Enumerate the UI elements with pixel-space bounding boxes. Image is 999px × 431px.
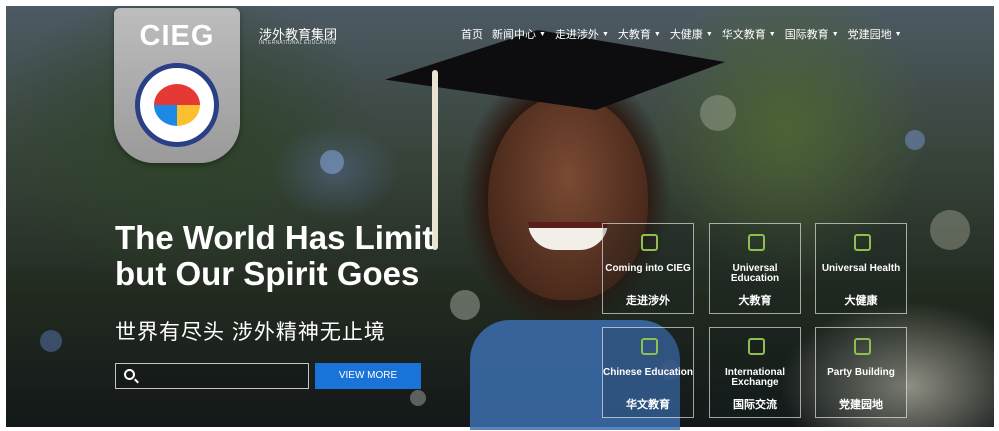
card-title-en: International Exchange	[724, 367, 785, 388]
logo-badge[interactable]: CIEG	[114, 8, 240, 163]
card-title-cn: 华文教育	[626, 399, 670, 411]
nav-item-label: 华文教育	[721, 29, 766, 41]
search-icon[interactable]	[124, 369, 135, 380]
search-input[interactable]	[142, 364, 306, 388]
nav-item-news[interactable]: 新闻中心 ▼	[492, 26, 546, 42]
logo-text: CIEG	[139, 20, 215, 52]
view-more-button[interactable]: VIEW MORE	[315, 363, 421, 389]
chevron-down-icon: ▼	[831, 30, 839, 38]
chevron-down-icon: ▼	[601, 30, 609, 38]
chevron-down-icon: ▼	[768, 30, 776, 38]
logo-swirl-icon	[154, 84, 200, 126]
card-title-en: Coming into CIEG	[605, 263, 691, 274]
card-title-en: Universal Education	[730, 263, 780, 284]
nav-item-label: 大健康	[669, 29, 703, 41]
card-title-cn: 大教育	[738, 295, 772, 307]
card-title-cn: 大健康	[844, 295, 878, 307]
card-title-cn: 走进涉外	[626, 295, 670, 307]
globe-network-icon	[748, 338, 765, 355]
people-icon	[854, 234, 871, 251]
blackboard-icon	[748, 234, 765, 251]
chevron-down-icon: ▼	[894, 30, 902, 38]
card-chinese-education[interactable]: Chinese Education 华文教育	[602, 327, 694, 418]
nav-item-label: 新闻中心	[492, 29, 536, 41]
chevron-down-icon: ▼	[539, 30, 546, 38]
globe-icon	[641, 234, 658, 251]
card-title-cn: 国际交流	[733, 399, 777, 411]
confetti-dot	[700, 95, 736, 131]
nav-item-label: 首页	[461, 29, 483, 41]
logo-emblem	[135, 63, 219, 147]
card-coming-into-cieg[interactable]: Coming into CIEG 走进涉外	[602, 223, 694, 314]
nav-item-party-building[interactable]: 党建园地 ▼	[848, 26, 902, 42]
confetti-dot	[450, 290, 480, 320]
chevron-down-icon: ▼	[653, 30, 661, 38]
hero-headline: The World Has Limit but Our Spirit Goes	[115, 220, 515, 292]
card-universal-education[interactable]: Universal Education 大教育	[709, 223, 801, 314]
card-universal-health[interactable]: Universal Health 大健康	[815, 223, 907, 314]
card-international-exchange[interactable]: International Exchange 国际交流	[709, 327, 801, 418]
confetti-dot	[905, 130, 925, 150]
brand-name-en: INTERNATIONAL EDUCATION	[259, 40, 336, 46]
nav-item-health[interactable]: 大健康 ▼	[670, 26, 713, 42]
main-nav: 首页 新闻中心 ▼ 走进涉外 ▼ 大教育 ▼ 大健康 ▼ 华文教育 ▼ 国际教育 ▼ 党建园…	[461, 26, 911, 42]
nav-item-international[interactable]: 国际教育 ▼	[785, 26, 839, 42]
nav-item-about[interactable]: 走进涉外 ▼	[555, 26, 609, 42]
headline-line-1: The World Has Limit	[115, 219, 434, 256]
confetti-dot	[410, 390, 426, 406]
nav-item-label: 党建园地	[847, 29, 892, 41]
confetti-dot	[320, 150, 344, 174]
card-party-building[interactable]: Party Building 党建园地	[815, 327, 907, 418]
headline-line-2: but Our Spirit Goes	[115, 255, 420, 292]
chevron-down-icon: ▼	[705, 30, 713, 38]
hero-slogan-cn: 世界有尽头 涉外精神无止境	[115, 321, 386, 344]
search-box	[115, 363, 309, 389]
card-title-en: Chinese Education	[603, 367, 694, 378]
nav-item-label: 国际教育	[784, 29, 829, 41]
book-icon	[641, 338, 658, 355]
nav-item-label: 大教育	[617, 29, 651, 41]
confetti-dot	[40, 330, 62, 352]
nav-item-education[interactable]: 大教育 ▼	[618, 26, 661, 42]
card-title-en: Universal Health	[821, 263, 901, 274]
nav-item-chinese-education[interactable]: 华文教育 ▼	[722, 26, 776, 42]
building-icon	[854, 338, 871, 355]
card-title-en: Party Building	[827, 367, 895, 378]
nav-item-home[interactable]: 首页	[461, 26, 483, 42]
confetti-dot	[930, 210, 970, 250]
card-title-cn: 党建园地	[839, 399, 883, 411]
nav-item-label: 走进涉外	[554, 29, 599, 41]
